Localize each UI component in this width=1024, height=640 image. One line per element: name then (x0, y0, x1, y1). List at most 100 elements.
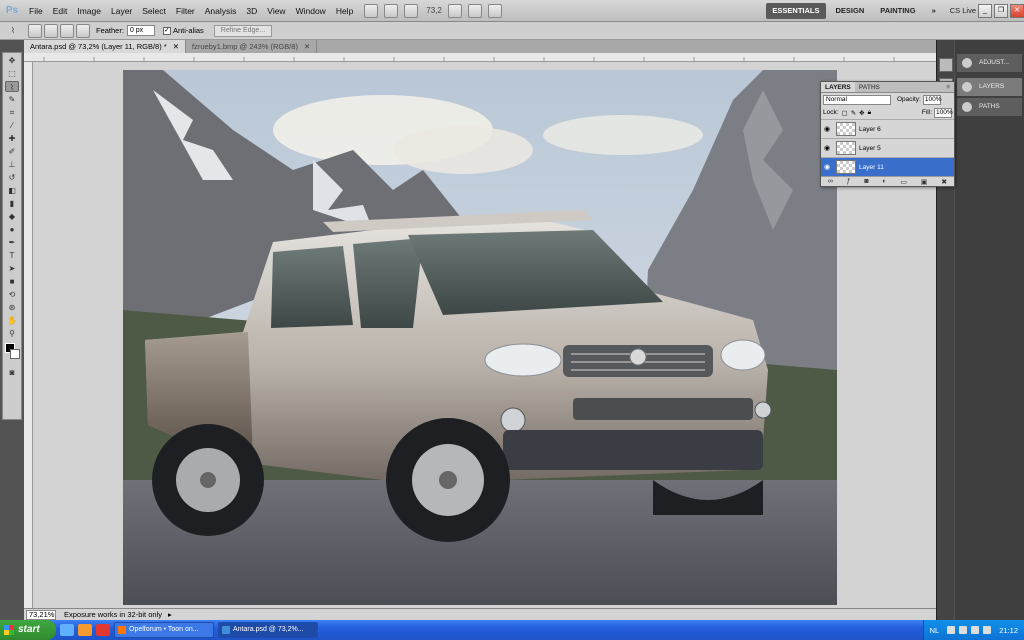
lasso-tool-icon[interactable]: ⌇ (5, 81, 19, 92)
brush-tool-icon[interactable]: ✐ (5, 146, 19, 157)
lock-position-icon[interactable]: ✥ (859, 109, 864, 117)
menu-3d[interactable]: 3D (241, 0, 262, 22)
arrange-documents-button[interactable] (467, 3, 482, 18)
bridge-button[interactable] (364, 3, 379, 18)
visibility-eye-icon[interactable]: ◉ (821, 163, 833, 171)
lock-transparent-icon[interactable]: ▢ (842, 109, 848, 117)
panel-menu-icon[interactable]: ≡ (942, 82, 954, 92)
menu-select[interactable]: Select (137, 0, 171, 22)
tab-fzrueby[interactable]: fzrueby1.bmp @ 243% (RGB/8) ✕ (186, 40, 318, 53)
menu-filter[interactable]: Filter (171, 0, 200, 22)
menu-analysis[interactable]: Analysis (200, 0, 242, 22)
tray-security-icon[interactable] (971, 626, 980, 634)
tray-volume-icon[interactable] (959, 626, 968, 634)
layer-mask-icon[interactable]: ◙ (864, 178, 868, 185)
fill-input[interactable]: 100% (934, 107, 953, 118)
menu-edit[interactable]: Edit (48, 0, 73, 22)
shape-tool-icon[interactable]: ■ (5, 276, 19, 287)
gradient-tool-icon[interactable]: ▮ (5, 198, 19, 209)
add-selection-button[interactable] (44, 23, 58, 38)
tab-layers[interactable]: LAYERS (821, 82, 855, 92)
workspace-more-icon[interactable]: » (926, 3, 942, 19)
minimize-icon[interactable]: _ (978, 3, 992, 18)
quick-select-tool-icon[interactable]: ✎ (5, 94, 19, 105)
blend-mode-select[interactable]: Normal (823, 94, 891, 105)
layer-row-selected[interactable]: ◉ Layer 11 (821, 157, 954, 176)
taskbar-item-firefox[interactable]: Opelforum • Toon on... (114, 622, 214, 638)
layers-panel-button[interactable]: LAYERS (957, 78, 1022, 96)
status-zoom-input[interactable]: 73,21% (26, 609, 56, 620)
eyedropper-tool-icon[interactable]: ⁄ (5, 120, 19, 131)
mini-bridge-button[interactable] (384, 3, 399, 18)
dodge-tool-icon[interactable]: ● (5, 224, 19, 235)
close-icon[interactable]: ✕ (1010, 3, 1024, 18)
crop-tool-icon[interactable]: ⌗ (5, 107, 19, 118)
trash-icon[interactable]: ✖ (941, 178, 947, 186)
tab-close-icon[interactable]: ✕ (173, 40, 179, 53)
opacity-input[interactable]: 100% (922, 94, 941, 105)
menu-help[interactable]: Help (331, 0, 358, 22)
status-arrow-icon[interactable]: ▸ (168, 610, 172, 619)
pen-tool-icon[interactable]: ✒ (5, 237, 19, 248)
menu-window[interactable]: Window (291, 0, 331, 22)
lock-image-icon[interactable]: ✎ (851, 109, 856, 117)
layer-style-icon[interactable]: ƒ (847, 178, 851, 185)
blur-tool-icon[interactable]: ◆ (5, 211, 19, 222)
language-indicator[interactable]: NL (930, 626, 940, 635)
layer-row[interactable]: ◉ Layer 6 (821, 119, 954, 138)
new-layer-icon[interactable]: ▣ (921, 178, 928, 186)
tab-antara[interactable]: Antara.psd @ 73,2% (Layer 11, RGB/8) * ✕ (24, 40, 187, 53)
clone-stamp-tool-icon[interactable]: ⊥ (5, 159, 19, 170)
tray-messenger-icon[interactable] (983, 626, 992, 634)
3d-rotate-tool-icon[interactable]: ⟲ (5, 289, 19, 300)
lasso-tool-preset-icon[interactable]: ⌇ (6, 25, 20, 36)
paths-panel-button[interactable]: PATHS (957, 98, 1022, 116)
panel-icon-history[interactable] (939, 58, 953, 72)
taskbar-item-photoshop[interactable]: Antara.psd @ 73,2%... (218, 622, 318, 638)
visibility-eye-icon[interactable]: ◉ (821, 144, 833, 152)
marquee-tool-icon[interactable]: ⬚ (5, 68, 19, 79)
adjustment-layer-icon[interactable]: ◐ (882, 178, 886, 185)
start-button[interactable]: start (0, 620, 56, 640)
tab-paths[interactable]: PATHS (855, 82, 884, 92)
refine-edge-button[interactable]: Refine Edge... (213, 24, 273, 37)
document-image[interactable] (123, 70, 837, 605)
workspace-painting[interactable]: PAINTING (874, 3, 921, 19)
tray-network-icon[interactable] (947, 626, 956, 634)
menu-file[interactable]: File (24, 0, 48, 22)
quick-mask-icon[interactable]: ◙ (5, 367, 19, 378)
link-layers-icon[interactable]: ∞ (828, 178, 833, 185)
layer-row[interactable]: ◉ Layer 5 (821, 138, 954, 157)
workspace-design[interactable]: DESIGN (830, 3, 871, 19)
quicklaunch-opera-icon[interactable] (96, 624, 110, 636)
menu-layer[interactable]: Layer (106, 0, 137, 22)
menu-image[interactable]: Image (72, 0, 106, 22)
history-brush-tool-icon[interactable]: ↺ (5, 172, 19, 183)
lock-all-icon[interactable]: 🔒︎ (868, 109, 871, 117)
background-color-swatch[interactable] (10, 349, 20, 359)
subtract-selection-button[interactable] (60, 23, 74, 38)
menu-view[interactable]: View (262, 0, 290, 22)
quicklaunch-firefox-icon[interactable] (78, 624, 92, 636)
intersect-selection-button[interactable] (76, 23, 90, 38)
new-group-icon[interactable]: ▭ (900, 178, 907, 186)
hand-tool-icon[interactable]: ✋ (5, 315, 19, 326)
zoom-tool-icon[interactable]: ⚲ (5, 328, 19, 339)
move-tool-icon[interactable]: ✥ (5, 55, 19, 66)
eraser-tool-icon[interactable]: ◧ (5, 185, 19, 196)
extras-button[interactable] (404, 3, 419, 18)
3d-orbit-tool-icon[interactable]: ⊛ (5, 302, 19, 313)
new-selection-button[interactable] (28, 23, 42, 38)
antialias-checkbox[interactable]: ✓ (162, 26, 171, 35)
workspace-essentials[interactable]: ESSENTIALS (766, 2, 826, 19)
hand-tool-button[interactable] (447, 3, 462, 18)
feather-input[interactable]: 0 px (126, 25, 155, 36)
type-tool-icon[interactable]: T (5, 250, 19, 261)
restore-icon[interactable]: ❐ (994, 3, 1008, 18)
path-selection-tool-icon[interactable]: ➤ (5, 263, 19, 274)
adjustments-panel-button[interactable]: ADJUST... (957, 54, 1022, 72)
tab-close-icon[interactable]: ✕ (304, 40, 310, 53)
zoom-level[interactable]: 73,2 (426, 6, 442, 15)
healing-brush-tool-icon[interactable]: ✚ (5, 133, 19, 144)
visibility-eye-icon[interactable]: ◉ (821, 125, 833, 133)
